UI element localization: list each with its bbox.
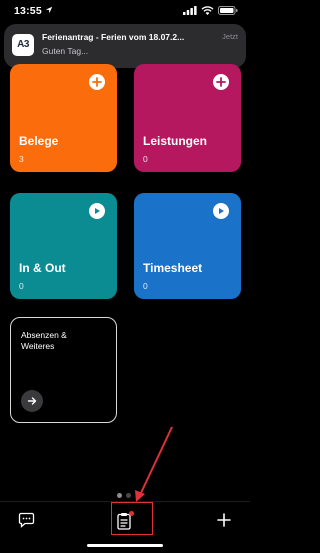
app-icon: A3 bbox=[12, 34, 34, 56]
tile-title-text: Absenzen & Weiteres bbox=[21, 330, 67, 351]
home-indicator bbox=[87, 544, 163, 547]
signal-icon bbox=[183, 6, 197, 15]
tile-belege[interactable]: Belege 3 bbox=[10, 64, 117, 172]
tile-leistungen[interactable]: Leistungen 0 bbox=[134, 64, 241, 172]
tile-label: Belege bbox=[19, 134, 59, 148]
chat-icon[interactable] bbox=[18, 512, 35, 528]
plus-icon[interactable] bbox=[89, 74, 105, 90]
status-time: 13:55 bbox=[14, 5, 42, 17]
tile-in-out[interactable]: In & Out 0 bbox=[10, 193, 117, 299]
plus-icon[interactable] bbox=[217, 513, 231, 527]
tile-label: In & Out bbox=[19, 261, 66, 275]
battery-icon bbox=[218, 6, 238, 15]
page-dot bbox=[126, 493, 131, 498]
tile-timesheet[interactable]: Timesheet 0 bbox=[134, 193, 241, 299]
highlight-box bbox=[111, 502, 153, 535]
notification-badge bbox=[129, 511, 134, 516]
tile-count: 0 bbox=[19, 281, 24, 291]
tile-count: 0 bbox=[143, 154, 148, 164]
arrow-right-icon[interactable] bbox=[21, 390, 43, 412]
tile-count: 3 bbox=[19, 154, 24, 164]
location-icon bbox=[45, 6, 53, 14]
tile-count: 0 bbox=[143, 281, 148, 291]
page-dot-active bbox=[117, 493, 122, 498]
play-icon[interactable] bbox=[89, 203, 105, 219]
notification-body: Guten Tag... bbox=[42, 46, 89, 56]
page-indicator bbox=[117, 493, 131, 498]
notification-time: Jetzt bbox=[222, 32, 238, 41]
play-icon[interactable] bbox=[213, 203, 229, 219]
tile-label: Leistungen bbox=[143, 134, 208, 148]
tile-title: Absenzen & Weiteres bbox=[21, 330, 91, 352]
tile-absenzen[interactable]: Absenzen & Weiteres bbox=[10, 317, 117, 423]
plus-icon[interactable] bbox=[213, 74, 229, 90]
tile-label: Timesheet bbox=[143, 261, 203, 275]
notification-title: Ferienantrag - Ferien vom 18.07.2... bbox=[42, 32, 185, 42]
status-bar: 13:55 bbox=[0, 0, 250, 24]
wifi-icon bbox=[201, 6, 214, 15]
notification-banner[interactable]: A3 Ferienantrag - Ferien vom 18.07.2... … bbox=[4, 24, 246, 68]
